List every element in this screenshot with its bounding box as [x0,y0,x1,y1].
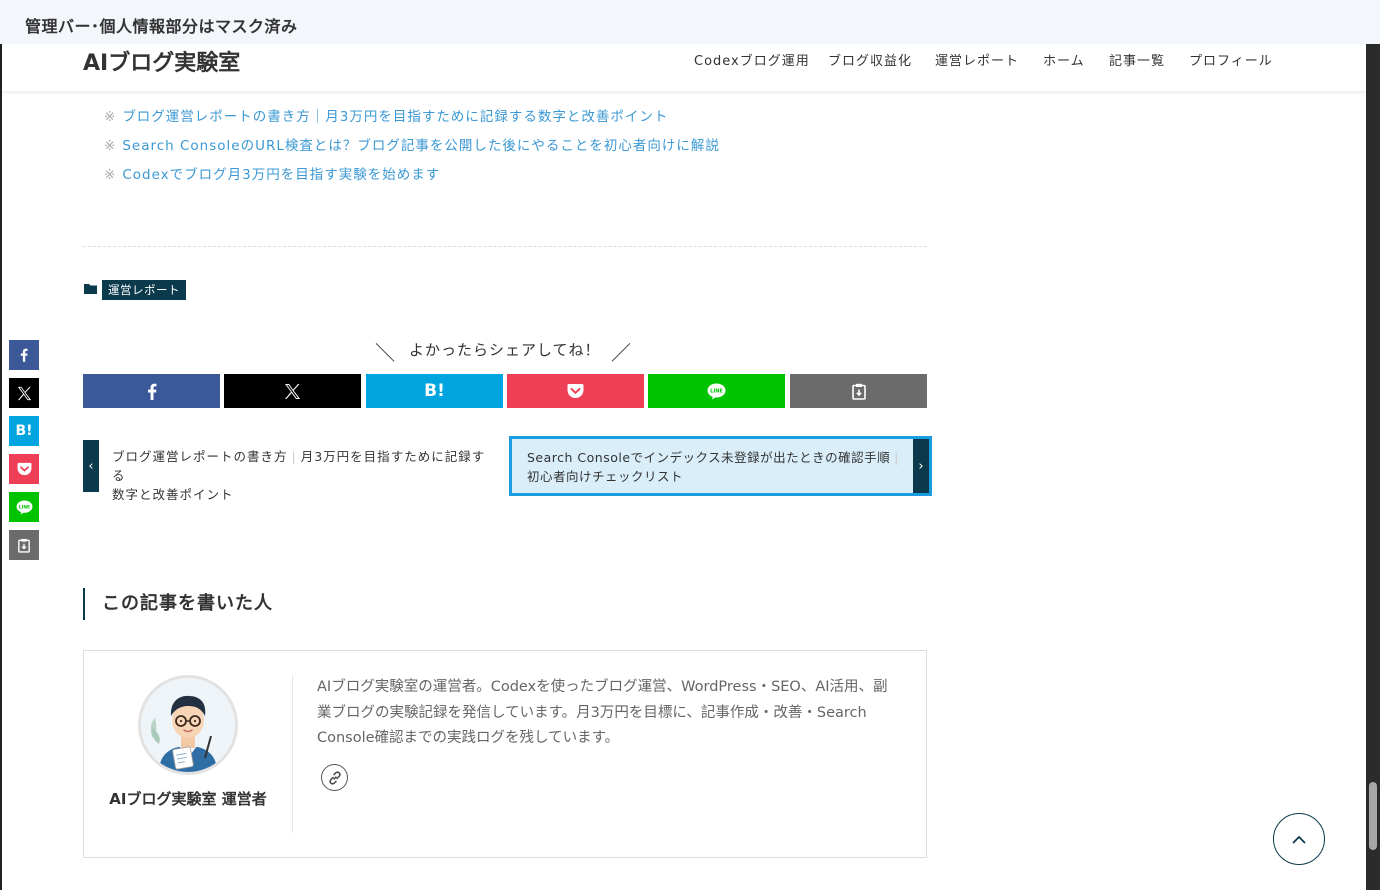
window-edge [0,44,2,890]
scrollbar-thumb[interactable] [1369,782,1377,850]
author-section-heading: この記事を書いた人 [83,588,273,620]
share-heading: ＼ よかったらシェアしてね！ ／ [375,337,635,365]
next-post-title: Search Consoleでインデックス未登録が出たときの確認手順 | 初心者向… [527,450,899,484]
avatar-illustration [141,678,235,772]
share-heading-right-slash: ／ [611,341,631,365]
author-website-link[interactable] [321,764,348,791]
related-link-text[interactable]: ブログ運営レポートの書き方｜月3万円を目指すために記録する数字と改善ポイント [122,109,668,125]
nav-item-profile[interactable]: プロフィール [1189,50,1273,69]
related-link-text[interactable]: Search ConsoleのURL検査とは？ブログ記事を公開した後にやることを… [122,138,720,154]
line-icon: LINE [707,383,726,399]
floating-copy-link-button[interactable] [9,530,39,560]
site-logo[interactable]: AIブログ実験室 [83,45,240,77]
author-box: AIブログ実験室 運営者 AIブログ実験室の運営者。Codexを使ったブログ運営… [83,650,927,858]
related-link[interactable]: ※ ブログ運営レポートの書き方｜月3万円を目指すために記録する数字と改善ポイント [104,105,668,125]
clipboard-icon [851,383,866,400]
nav-item-report[interactable]: 運営レポート [935,50,1019,69]
svg-text:LINE: LINE [710,388,723,394]
x-icon [285,383,300,399]
related-link[interactable]: ※ Search ConsoleのURL検査とは？ブログ記事を公開した後にやること… [104,134,720,154]
share-x-button[interactable] [224,374,361,408]
copy-link-button[interactable] [790,374,927,408]
share-line-button[interactable]: LINE [648,374,785,408]
prev-post-title: ブログ運営レポートの書き方 | 月3万円を目指すために記録する 数字と改善ポイント [112,449,486,502]
next-post-title-sub: 初心者向けチェックリスト [527,469,684,484]
clipboard-icon [18,538,30,553]
facebook-icon [20,348,28,362]
nav-item-home[interactable]: ホーム [1043,50,1085,69]
svg-text:LINE: LINE [18,504,29,510]
mask-notice-banner: 管理バー･個人情報部分はマスク済み [0,0,1380,44]
author-name: AIブログ実験室 運営者 [109,790,267,808]
floating-share-line-button[interactable]: LINE [9,492,39,522]
facebook-icon [147,383,156,400]
prev-post-title-main: ブログ運営レポートの書き方 [112,449,288,464]
floating-share-pocket-button[interactable] [9,454,39,484]
chevron-left-icon: ‹ [83,440,99,492]
next-post-link[interactable]: Search Consoleでインデックス未登録が出たときの確認手順 | 初心者向… [509,436,932,496]
note-mark: ※ [104,109,117,125]
link-icon [328,770,341,785]
nav-item-codex[interactable]: Codexブログ運用 [694,50,810,69]
share-hatena-button[interactable]: B! [366,374,503,408]
category-tag[interactable]: 運営レポート [102,280,186,300]
share-heading-left-slash: ＼ [375,341,395,365]
share-pocket-button[interactable] [507,374,644,408]
note-mark: ※ [104,167,117,183]
pocket-icon [567,384,584,398]
nav-item-monetize[interactable]: ブログ収益化 [828,50,912,69]
hatena-bookmark-icon: B! [15,423,33,439]
pocket-icon [17,462,31,476]
prev-post-link[interactable]: ‹ ブログ運営レポートの書き方 | 月3万円を目指すために記録する 数字と改善ポイン… [83,440,503,502]
share-facebook-button[interactable] [83,374,220,408]
back-to-top-button[interactable] [1273,813,1325,865]
floating-share-x-button[interactable] [9,378,39,408]
note-mark: ※ [104,138,117,154]
site-header: AIブログ実験室 Codexブログ運用 ブログ収益化 運営レポート ホーム 記事… [2,44,1366,91]
author-box-divider [292,675,293,833]
nav-item-articles[interactable]: 記事一覧 [1109,50,1165,69]
author-avatar [138,675,238,775]
floating-share-hatena-button[interactable]: B! [9,416,39,446]
author-description: AIブログ実験室の運営者。Codexを使ったブログ運営、WordPress・SE… [317,679,888,746]
hatena-bookmark-icon: B! [424,381,445,401]
related-link[interactable]: ※ Codexでブログ月3万円を目指す実験を始めます [104,163,440,183]
section-divider [83,246,927,247]
floating-share-facebook-button[interactable] [9,340,39,370]
chevron-up-icon [1292,835,1306,844]
prev-post-title-sub2: 数字と改善ポイント [112,487,234,502]
share-heading-text: よかったらシェアしてね！ [409,341,601,359]
line-icon: LINE [16,499,32,515]
page-scrollbar[interactable] [1366,44,1380,890]
chevron-right-icon: › [913,439,929,493]
related-link-text[interactable]: Codexでブログ月3万円を目指す実験を始めます [122,167,440,183]
mask-notice-text: 管理バー･個人情報部分はマスク済み [25,17,298,36]
next-post-title-main: Search Consoleでインデックス未登録が出たときの確認手順 [527,450,891,465]
x-icon [17,386,31,400]
folder-icon [84,284,97,294]
